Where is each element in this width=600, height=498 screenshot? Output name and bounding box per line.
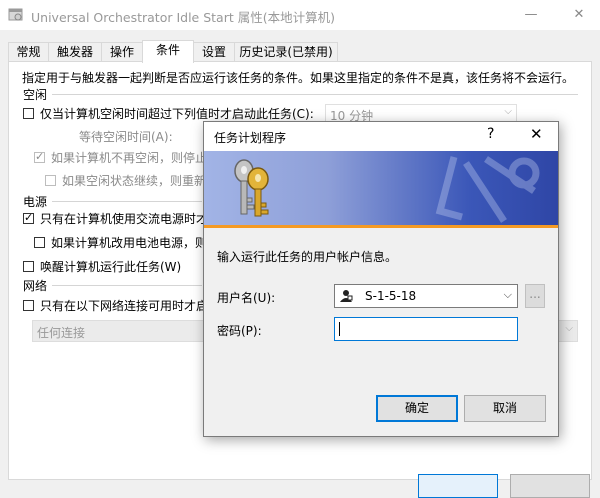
dialog-close-button[interactable]: ✕ xyxy=(530,125,543,143)
close-button[interactable]: ✕ xyxy=(556,0,600,30)
password-input[interactable] xyxy=(334,317,518,341)
power-separator xyxy=(52,201,202,202)
stop-on-battery-label: 如果计算机改用电池电源，则停 xyxy=(51,236,220,250)
dialog-body: 输入运行此任务的用户帐户信息。 用户名(U): S-1-5-18 ⌵ ... 密… xyxy=(204,228,558,436)
restart-if-idle-label: 如果空闲状态继续，则重新启 xyxy=(62,174,219,188)
tab-history[interactable]: 历史记录(已禁用) xyxy=(234,42,338,61)
cancel-button[interactable]: 取消 xyxy=(464,395,546,422)
user-icon xyxy=(340,290,353,302)
dialog-banner xyxy=(204,151,558,225)
conditions-description: 指定用于与触发器一起判断是否应运行该任务的条件。如果这里指定的条件不是真，该任务… xyxy=(22,71,575,85)
tab-conditions[interactable]: 条件 xyxy=(142,40,194,63)
checkmark-icon: ✓ xyxy=(24,211,34,224)
network-only-label: 只有在以下网络连接可用时才启 xyxy=(40,299,209,313)
tab-settings[interactable]: 设置 xyxy=(193,42,235,61)
tab-triggers[interactable]: 触发器 xyxy=(48,42,102,61)
properties-ok-button[interactable] xyxy=(418,474,498,498)
idle-start-checkbox[interactable] xyxy=(23,108,34,119)
idle-separator xyxy=(52,94,578,95)
help-button[interactable]: ? xyxy=(487,126,494,142)
checkmark-icon: ✓ xyxy=(35,150,45,163)
password-label: 密码(P): xyxy=(217,324,262,338)
username-value: S-1-5-18 xyxy=(365,289,417,303)
stop-if-not-idle-checkbox[interactable]: ✓ xyxy=(34,150,45,163)
tab-actions[interactable]: 操作 xyxy=(101,42,143,61)
idle-start-label: 仅当计算机空闲时间超过下列值时才启动此任务(C): xyxy=(40,107,314,121)
chevron-down-icon: ⌵ xyxy=(503,288,512,301)
dialog-info-text: 输入运行此任务的用户帐户信息。 xyxy=(217,250,398,264)
text-caret xyxy=(339,322,340,336)
network-value: 任何连接 xyxy=(37,326,86,340)
wait-idle-label: 等待空闲时间(A): xyxy=(79,130,173,144)
browse-user-button[interactable]: ... xyxy=(525,284,545,308)
ac-power-checkbox[interactable]: ✓ xyxy=(23,211,34,224)
wake-label: 唤醒计算机运行此任务(W) xyxy=(40,260,182,274)
username-label: 用户名(U): xyxy=(217,291,276,305)
username-combobox[interactable]: S-1-5-18 ⌵ xyxy=(334,284,518,308)
power-section-label: 电源 xyxy=(23,195,48,209)
properties-cancel-button[interactable] xyxy=(510,474,590,498)
minimize-button[interactable]: — xyxy=(508,0,554,30)
dialog-title: 任务计划程序 xyxy=(214,131,287,145)
ok-button[interactable]: 确定 xyxy=(376,395,458,422)
keys-icon xyxy=(234,159,269,217)
tab-general[interactable]: 常规 xyxy=(8,42,49,61)
dialog-titlebar: 任务计划程序 ? ✕ xyxy=(204,122,558,151)
keys-banner-graphic xyxy=(234,156,540,223)
restart-if-idle-checkbox[interactable] xyxy=(45,175,56,186)
window-title: Universal Orchestrator Idle Start 属性(本地计… xyxy=(31,10,335,25)
window-titlebar: Universal Orchestrator Idle Start 属性(本地计… xyxy=(0,0,600,30)
chevron-down-icon: ⌵ xyxy=(504,106,512,117)
task-scheduler-app-icon xyxy=(8,8,23,21)
credentials-dialog: 任务计划程序 ? ✕ 输入运行此任务的用户帐户信息。 用户名(U): S-1-5… xyxy=(203,121,559,437)
stop-on-battery-checkbox[interactable] xyxy=(34,237,45,248)
network-section-label: 网络 xyxy=(23,279,48,293)
chevron-down-icon: ⌵ xyxy=(565,323,573,334)
idle-section-label: 空闲 xyxy=(23,88,48,102)
ac-power-label: 只有在计算机使用交流电源时才启 xyxy=(40,212,221,226)
stop-if-not-idle-label: 如果计算机不再空闲，则停止( xyxy=(51,151,212,165)
network-separator xyxy=(52,285,202,286)
wake-checkbox[interactable] xyxy=(23,261,34,272)
network-only-checkbox[interactable] xyxy=(23,300,34,311)
